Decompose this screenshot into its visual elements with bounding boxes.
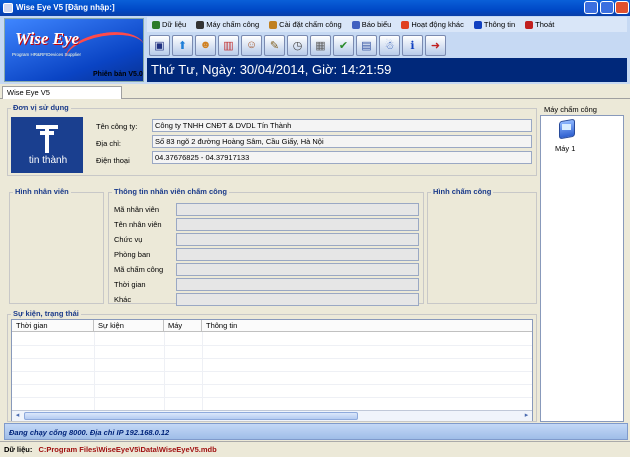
menu-item-1[interactable]: Máy chấm công [191,20,264,29]
employee-photo-title: Hình nhân viên [13,187,71,196]
brand-logo: Wise Eye Program HR&RFIDevices Supplier … [4,18,144,82]
upload-icon[interactable]: ⬆ [172,34,193,56]
menu-item-label: Dữ liệu [162,20,187,29]
machine-icon [196,20,205,29]
events-table[interactable]: Thời gian Sự kiện Máy Thông tin ◂ ▸ [11,319,533,421]
employee-field-label: Mã nhân viên [114,205,160,214]
menu-item-5[interactable]: Thông tin [469,20,520,29]
employee-info-title: Thông tin nhân viên chấm công [112,187,229,196]
tab-wise-eye[interactable]: Wise Eye V5 [2,86,122,99]
maximize-button[interactable] [600,1,614,14]
app-icon [3,3,13,13]
menu-item-4[interactable]: Hoạt động khác [396,20,469,29]
check-icon[interactable]: ✔ [333,34,354,56]
exit-icon[interactable]: ➜ [425,34,446,56]
title-bar: Wise Eye V5 [Đăng nhập:] [0,0,630,16]
edit-icon[interactable]: ✎ [264,34,285,56]
attendance-photo-group [427,192,537,304]
database-label: Dữ liệu: [4,445,33,454]
phone-label: Điện thoại [96,156,130,165]
employee-field-value[interactable] [176,248,419,261]
employee-field-label: Chức vụ [114,235,143,244]
database-icon [152,20,160,29]
employee-field-value[interactable] [176,233,419,246]
info-icon[interactable]: ℹ [402,34,423,56]
company-name-label: Tên công ty: [96,122,138,131]
calendar-icon[interactable]: ▦ [310,34,331,56]
scroll-thumb[interactable] [24,412,358,420]
employee-icon[interactable]: ☻ [195,34,216,56]
menu-bar: Dữ liệu Máy chấm công Cài đặt chấm công Báo… [147,17,627,32]
tin-thanh-logo-icon [36,125,58,153]
menu-item-label: Thoát [535,20,555,29]
menu-item-2[interactable]: Cài đặt chấm công [264,20,347,29]
employee-field-label: Thời gian [114,280,146,289]
machine-item-label[interactable]: Máy 1 [555,144,575,153]
save-icon[interactable]: ▣ [149,34,170,56]
machine-panel-title: Máy chấm công [544,105,597,114]
employee-field-value[interactable] [176,203,419,216]
employee-field-label: Phòng ban [114,250,151,259]
company-logo-text: tin thành [28,155,68,166]
menu-item-label: Máy chấm công [206,20,260,29]
company-logo: tin thành [11,117,83,173]
clock-icon[interactable]: ◷ [287,34,308,56]
employee-field-label: Tên nhân viên [114,220,162,229]
scroll-left-icon[interactable]: ◂ [13,412,22,420]
database-status: Dữ liệu: C:Program Files\WiseEyeV5\Data\… [0,441,630,456]
attendance-machine-icon[interactable] [557,118,579,142]
employee-field-value[interactable] [176,218,419,231]
address-label: Địa chỉ: [96,139,122,148]
employee-field-label: Mã chấm công [114,265,164,274]
menu-item-label: Cài đặt chấm công [279,20,342,29]
horizontal-scrollbar[interactable]: ◂ ▸ [12,410,532,421]
employee-field-label: Khác [114,295,132,304]
employee-field-value[interactable] [176,293,419,306]
address-field[interactable]: Số 83 ngõ 2 đường Hoàng Sâm, Cầu Giấy, H… [152,135,532,148]
database-path: C:Program Files\WiseEyeV5\Data\WiseEyeV5… [38,445,217,454]
chart-icon[interactable]: ▥ [218,34,239,56]
employee-photo-group [9,192,104,304]
date-time-display: Thứ Tư, Ngày: 30/04/2014, Giờ: 14:21:59 [147,58,627,82]
phone-field[interactable]: 04.37676825 - 04.37917133 [152,151,532,164]
connection-status: Đang chạy cổng 8000. Địa chỉ IP 192.168.… [4,423,628,440]
menu-item-label: Thông tin [483,20,516,29]
menu-item-3[interactable]: Báo biểu [347,20,397,29]
logo-brand: Wise Eye [15,29,80,48]
menu-item-6[interactable]: Thoát [520,20,559,29]
version-label: Phiên bản V5.0 [93,71,143,78]
close-button[interactable] [615,1,629,14]
scroll-right-icon[interactable]: ▸ [522,412,531,420]
report-icon [351,20,360,29]
exit-icon [525,20,534,29]
company-section-title: Đơn vị sử dụng [11,103,71,112]
machine-list[interactable]: Máy 1 [540,115,624,422]
minimize-button[interactable] [584,1,598,14]
column-header-info[interactable]: Thông tin [202,320,532,332]
group-icon[interactable]: ☺ [241,34,262,56]
logo-tagline: Program HR&RFIDevices Supplier [12,52,82,57]
employee-field-value[interactable] [176,278,419,291]
document-icon[interactable]: ▤ [356,34,377,56]
menu-item-label: Hoạt động khác [411,20,464,29]
events-section-title: Sự kiện, trạng thái [11,309,81,318]
activity-icon [401,20,410,29]
employee-field-value[interactable] [176,263,419,276]
column-header-time[interactable]: Thời gian [12,320,94,332]
attendance-photo-title: Hình chấm công [431,187,494,196]
toolbar: ▣ ⬆ ☻ ▥ ☺ ✎ ◷ ▦ ✔ ▤ ☃ ℹ ➜ [149,33,459,57]
info-icon [473,20,482,29]
column-header-machine[interactable]: Máy [164,320,202,332]
menu-item-0[interactable]: Dữ liệu [147,20,191,29]
settings-icon [269,20,278,29]
user-info-icon[interactable]: ☃ [379,34,400,56]
window-title: Wise Eye V5 [Đăng nhập:] [16,3,115,12]
menu-item-label: Báo biểu [361,20,392,29]
column-header-event[interactable]: Sự kiện [94,320,164,332]
company-name-field[interactable]: Công ty TNHH CNĐT & DVDL Tín Thành [152,119,532,132]
